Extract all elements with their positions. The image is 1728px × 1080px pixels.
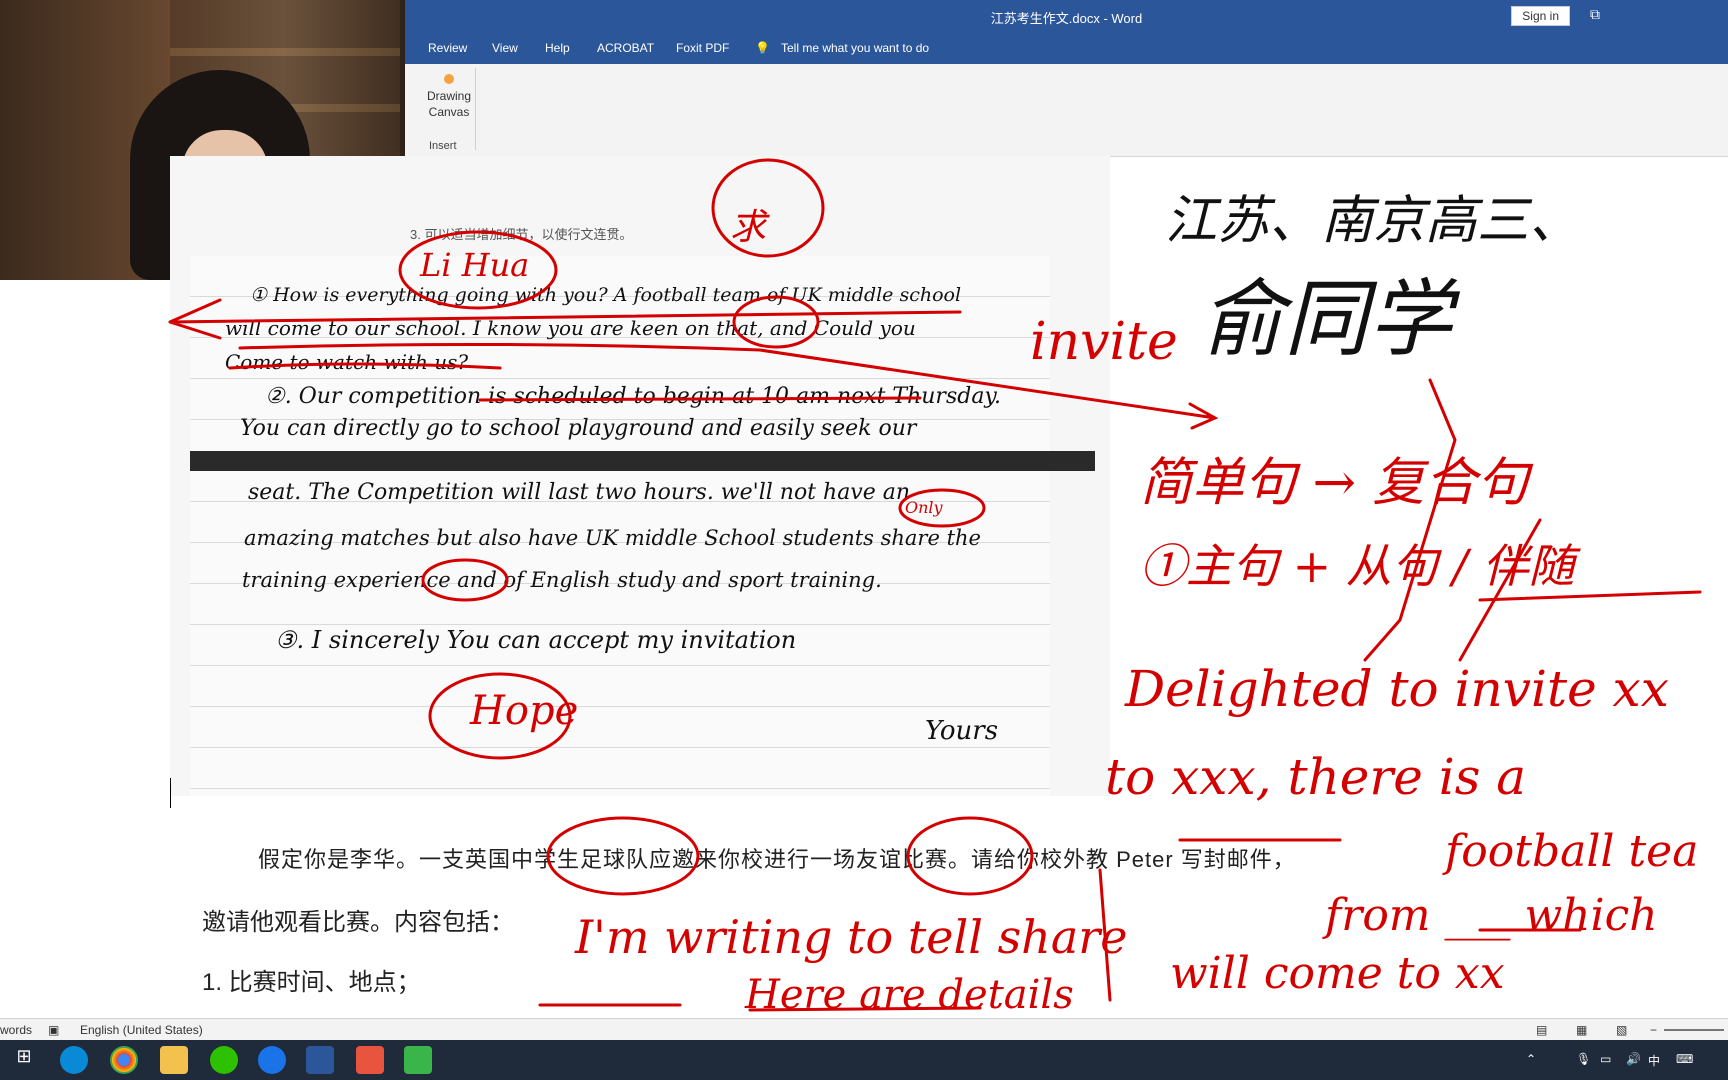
proofing-icon[interactable]: ▣: [48, 1023, 59, 1037]
red-annotation: will come to xx: [1170, 948, 1505, 999]
student-name-annotation: 俞同学: [1200, 270, 1453, 368]
red-annotation: Delighted to invite xx: [1125, 660, 1669, 718]
word-icon[interactable]: [306, 1046, 334, 1074]
essay-line: You can directly go to school playground…: [240, 416, 917, 441]
file-explorer-icon[interactable]: [160, 1046, 188, 1074]
essay-line: ②. Our competition is scheduled to begin…: [265, 384, 1001, 409]
wechat-icon[interactable]: [210, 1046, 238, 1074]
screenshot-taskbar-strip: [190, 451, 1095, 471]
keyboard-icon[interactable]: ⌨: [1676, 1052, 1693, 1066]
title-bar: 江苏考生作文.docx - Word Sign in ⧉: [405, 0, 1728, 32]
essay-line: Come to watch with us?: [225, 350, 469, 374]
microphone-icon[interactable]: 🎙: [1576, 1052, 1591, 1066]
tell-me-search[interactable]: Tell me what you want to do: [781, 41, 929, 55]
red-annotation: from ___ which: [1325, 890, 1658, 941]
essay-instruction-note: 3. 可以适当增加细节，以使行文连贯。: [410, 227, 633, 242]
web-layout-icon[interactable]: ▧: [1616, 1023, 1627, 1037]
ribbon: Drawing Canvas Insert: [405, 64, 1728, 157]
lightbulb-icon: 💡: [755, 41, 770, 55]
essay-line: Yours: [925, 716, 999, 746]
text-cursor: [170, 778, 171, 808]
prompt-line-2: 邀请他观看比赛。内容包括：: [202, 909, 514, 936]
red-annotation: invite: [1030, 312, 1178, 372]
red-annotation: I'm writing to tell share: [575, 910, 1128, 964]
tab-help[interactable]: Help: [545, 41, 570, 55]
red-annotation: Hope: [470, 688, 579, 734]
drawing-canvas-button[interactable]: Drawing Canvas: [421, 74, 477, 120]
tab-view[interactable]: View: [492, 41, 518, 55]
tab-foxit-pdf[interactable]: Foxit PDF: [676, 41, 729, 55]
red-annotation: 求: [730, 207, 767, 248]
red-annotation: Here are details: [745, 972, 1074, 1018]
ribbon-tabs: Review View Help ACROBAT Foxit PDF 💡 Tel…: [405, 32, 1728, 64]
prompt-line-3: 1. 比赛时间、地点；: [202, 969, 421, 996]
red-annotation: Li Hua: [420, 246, 530, 284]
group-label-insert: Insert: [429, 140, 457, 152]
drawing-canvas-icon: [444, 74, 454, 84]
student-info-annotation: 江苏、南京高三、: [1165, 191, 1582, 251]
task-view-icon[interactable]: ⊞: [10, 1046, 38, 1074]
red-annotation: football tea: [1445, 826, 1699, 877]
input-method-indicator[interactable]: 中: [1648, 1052, 1660, 1069]
group-separator: [475, 68, 476, 150]
ribbon-display-icon[interactable]: ⧉: [1590, 6, 1608, 24]
print-layout-icon[interactable]: ▦: [1576, 1023, 1587, 1037]
essay-line: training experience and of English study…: [242, 568, 882, 592]
sign-in-button[interactable]: Sign in: [1511, 6, 1570, 26]
red-annotation: Only: [905, 498, 943, 517]
read-mode-icon[interactable]: ▤: [1536, 1023, 1547, 1037]
zoom-slider[interactable]: [1664, 1029, 1724, 1031]
word-count[interactable]: words: [0, 1023, 32, 1037]
camtasia-icon[interactable]: [404, 1046, 432, 1074]
prompt-line-1: 假定你是李华。一支英国中学生足球队应邀来你校进行一场友谊比赛。请给你校外教 Pe…: [258, 847, 1296, 872]
drawing-canvas-label: Drawing Canvas: [426, 89, 471, 119]
zoom-out-icon[interactable]: −: [1650, 1023, 1657, 1037]
chat-app-icon[interactable]: [258, 1046, 286, 1074]
edge-icon[interactable]: [60, 1046, 88, 1074]
essay-image: 3. 可以适当增加细节，以使行文连贯。 ① How is everything …: [170, 156, 1110, 796]
tab-acrobat[interactable]: ACROBAT: [597, 41, 654, 55]
essay-line: amazing matches but also have UK middle …: [244, 526, 981, 550]
tab-review[interactable]: Review: [428, 41, 467, 55]
show-hidden-icons[interactable]: ⌃: [1526, 1052, 1536, 1066]
red-annotation: ①主句 + 从句 / 伴随: [1140, 539, 1575, 593]
essay-line: ① How is everything going with you? A fo…: [250, 284, 962, 306]
essay-line: ③. I sincerely You can accept my invitat…: [275, 626, 797, 654]
status-bar: words ▣ English (United States) ▤ ▦ ▧ −: [0, 1018, 1728, 1041]
chrome-icon[interactable]: [110, 1046, 138, 1074]
taskbar: ⊞ ⌃ 🎙 ▭ 🔊 中 ⌨: [0, 1040, 1728, 1080]
recorder-app-icon[interactable]: [356, 1046, 384, 1074]
essay-line: will come to our school. I know you are …: [225, 316, 916, 340]
volume-icon[interactable]: 🔊: [1626, 1052, 1641, 1066]
essay-line: seat. The Competition will last two hour…: [248, 480, 911, 505]
language-indicator[interactable]: English (United States): [80, 1023, 203, 1037]
network-icon[interactable]: ▭: [1600, 1052, 1611, 1066]
ink-line: [1363, 378, 1457, 662]
red-annotation: to xxx, there is a: [1105, 748, 1527, 806]
red-annotation: 简单句 → 复合句: [1140, 453, 1529, 513]
